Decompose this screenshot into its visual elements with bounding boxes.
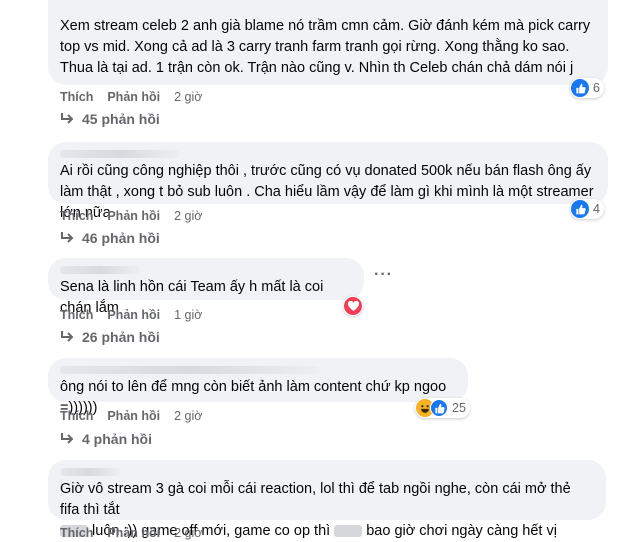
like-icon [430, 399, 448, 417]
reaction-summary[interactable] [343, 296, 363, 316]
reaction-summary[interactable]: 4 [570, 199, 604, 219]
like-button[interactable]: Thích [60, 526, 93, 540]
comment-bubble: Xem stream celeb 2 anh già blame nó trầm… [48, 0, 608, 85]
comment-bubble: Ai rồi cũng công nghiệp thôi , trước cũn… [48, 142, 608, 221]
reply-button[interactable]: Phản hồi [107, 90, 160, 104]
reaction-count: 6 [593, 81, 600, 95]
like-button[interactable]: Thích [60, 308, 93, 322]
reply-button[interactable]: Phản hồi [107, 526, 160, 540]
more-options-icon[interactable]: ··· [374, 266, 393, 284]
reply-button[interactable]: Phản hồi [107, 409, 160, 423]
comment-time[interactable]: 1 giờ [174, 308, 202, 322]
comment-bubble: Sena là linh hồn cái Team ấy h mất là co… [48, 258, 364, 316]
comment-bubble: ông nói to lên để mng còn biết ảnh làm c… [48, 358, 468, 416]
reaction-summary[interactable]: 25 [415, 398, 470, 418]
like-button[interactable]: Thích [60, 90, 93, 104]
reaction-count: 25 [452, 401, 466, 415]
author-name-blurred [60, 468, 120, 476]
reply-arrow-icon [61, 232, 74, 243]
reply-arrow-icon [61, 331, 74, 342]
view-replies[interactable]: 26 phản hồi [60, 329, 160, 345]
reaction-summary[interactable]: 6 [570, 78, 604, 98]
like-button[interactable]: Thích [60, 409, 93, 423]
comment-time[interactable]: 2 giờ [174, 90, 202, 104]
author-name-blurred [60, 150, 180, 158]
comment-time[interactable]: 2 giờ [174, 409, 202, 423]
comment-time[interactable]: 2 giờ [174, 209, 202, 223]
comment-actions: Thích Phản hồi 2 giờ [60, 90, 202, 104]
reply-arrow-icon [61, 433, 74, 444]
reply-button[interactable]: Phản hồi [107, 308, 160, 322]
reply-button[interactable]: Phản hồi [107, 209, 160, 223]
reply-count: 45 phản hồi [82, 111, 160, 127]
reply-count: 4 phản hồi [82, 431, 152, 447]
reply-count: 26 phản hồi [82, 329, 160, 345]
comment-bubble: Giờ vô stream 3 gà coi mỗi cái reaction,… [48, 460, 606, 539]
like-button[interactable]: Thích [60, 209, 93, 223]
reply-count: 46 phản hồi [82, 230, 160, 246]
comment-text: Xem stream celeb 2 anh già blame nó trầm… [60, 18, 591, 76]
comment-actions: Thích Phản hồi 1 giờ [60, 308, 202, 322]
comment-actions: Thích Phản hồi 2 giờ [60, 409, 202, 423]
reaction-count: 4 [593, 202, 600, 216]
view-replies[interactable]: 45 phản hồi [60, 111, 160, 127]
view-replies[interactable]: 4 phản hồi [60, 431, 152, 447]
redacted-word [334, 525, 363, 538]
view-replies[interactable]: 46 phản hồi [60, 230, 160, 246]
author-name-blurred [60, 266, 140, 274]
reply-arrow-icon [61, 113, 74, 124]
comment-actions: Thích Phản hồi 2 giờ [60, 209, 202, 223]
comment-actions: Thích Phản hồi 2 giờ [60, 526, 202, 540]
author-name-blurred [60, 366, 320, 374]
love-icon [344, 297, 362, 315]
like-icon [571, 79, 589, 97]
like-icon [571, 200, 589, 218]
comment-time[interactable]: 2 giờ [174, 526, 202, 540]
